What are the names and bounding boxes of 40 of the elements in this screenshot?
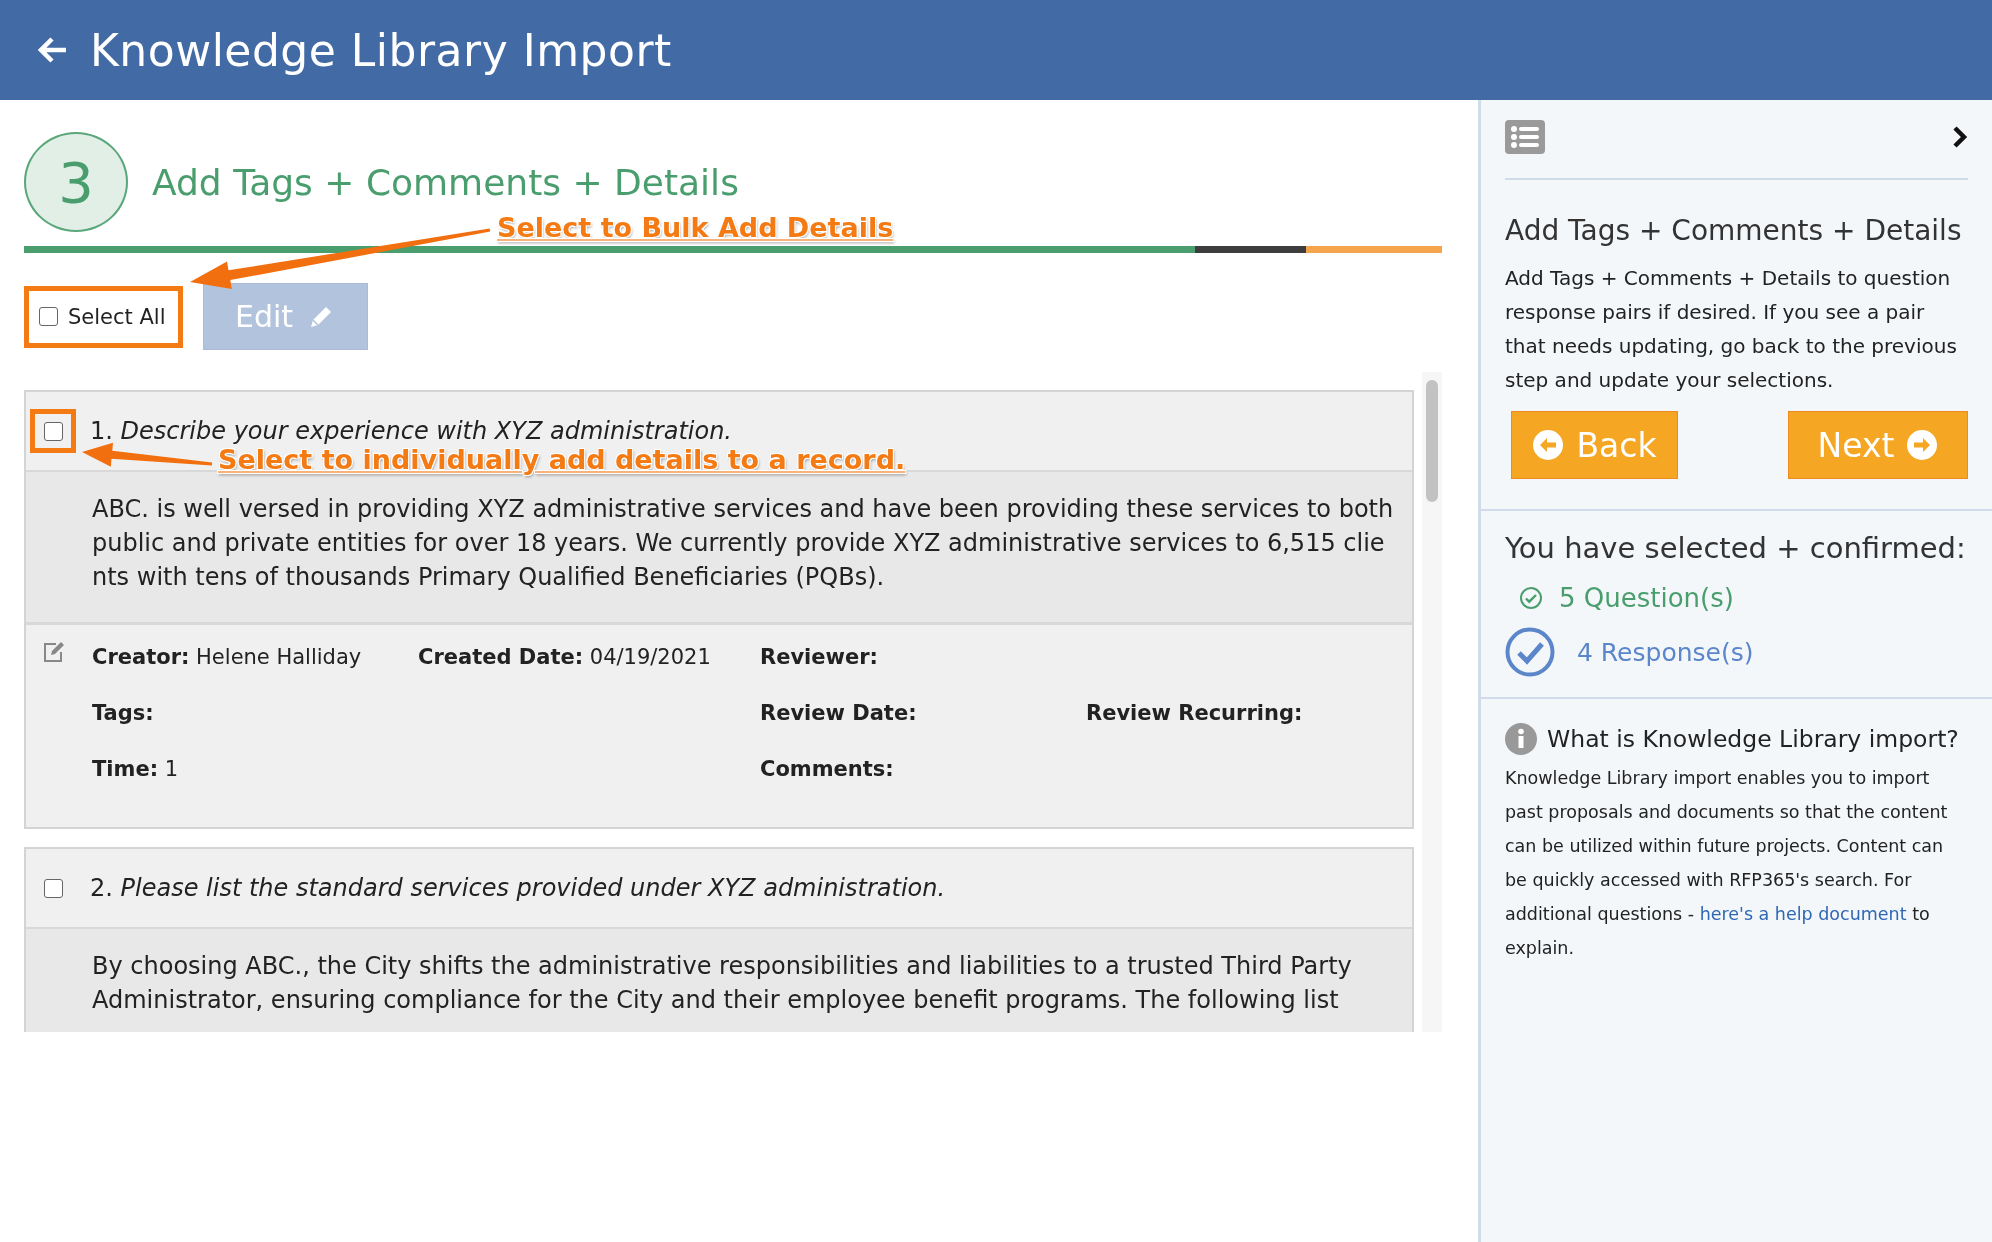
info-title: What is Knowledge Library import?: [1547, 725, 1959, 753]
page-title: Knowledge Library Import: [90, 24, 672, 76]
question-text: 1. Describe your experience with XYZ administration.: [90, 417, 732, 445]
panel-title: Add Tags + Comments + Details: [1505, 214, 1963, 247]
help-link[interactable]: here's a help document: [1699, 904, 1907, 924]
question-text: 2. Please list the standard services provided under XYZ administration.: [90, 874, 946, 902]
edit-icon[interactable]: [42, 641, 66, 663]
step-number: 3: [24, 132, 128, 232]
info-icon: [1505, 723, 1537, 755]
detail-field: Time: 1: [92, 755, 418, 783]
detail-field: Review Date:: [760, 699, 1086, 727]
detail-field: Creator: Helene Halliday: [92, 643, 418, 671]
scrollbar-thumb[interactable]: [1426, 380, 1438, 502]
checkbox[interactable]: [43, 421, 63, 441]
callout-text: Select to Bulk Add Details: [497, 212, 894, 243]
callout-text: Select to individually add details to a record.: [218, 444, 906, 475]
panel-description: Add Tags + Comments + Details to question response pairs if desired. If you see a pair that needs updating, go back to the previous step and update your selections.: [1505, 265, 1958, 394]
check-circle-icon: [1505, 627, 1555, 677]
step-title: Add Tags + Comments + Details: [152, 161, 739, 203]
arrow-left-circle-icon: [1532, 429, 1565, 461]
checkbox[interactable]: [39, 307, 58, 326]
list-icon[interactable]: [1505, 120, 1545, 154]
detail-field: Reviewer:: [760, 643, 1086, 671]
detail-field: Tags:: [92, 699, 418, 727]
detail-field: Comments:: [760, 755, 1086, 783]
select-all-checkbox[interactable]: Select All: [24, 285, 183, 348]
back-arrow-icon[interactable]: [38, 36, 68, 64]
chevron-right-icon[interactable]: [1952, 125, 1968, 149]
info-text: Knowledge Library import enables you to import past proposals and documents so that the content can be utilized within future projects. Content can be quickly accessed with RFP365's search. For additional questions - here's a help document to explain.: [1505, 767, 1949, 960]
back-button[interactable]: Back: [1511, 411, 1678, 479]
answer-text: By choosing ABC., the City shifts the administrative responsibilities and liabilities to a trusted Third Party Administrator, ensuring compliance for the City and their employee benefit programs. The following list: [26, 929, 1412, 1032]
next-button[interactable]: Next: [1788, 411, 1968, 479]
summary-title: You have selected + confirmed:: [1505, 531, 1967, 565]
count-text: 4 Response(s): [1577, 637, 1754, 667]
arrow-right-circle-icon: [1906, 429, 1939, 461]
check-circle-icon: [1519, 586, 1543, 610]
count-text: 5 Question(s): [1559, 583, 1734, 613]
checkbox[interactable]: [43, 878, 63, 898]
detail-field: Review Recurring:: [1086, 699, 1392, 727]
detail-field: Created Date: 04/19/2021: [418, 643, 760, 671]
